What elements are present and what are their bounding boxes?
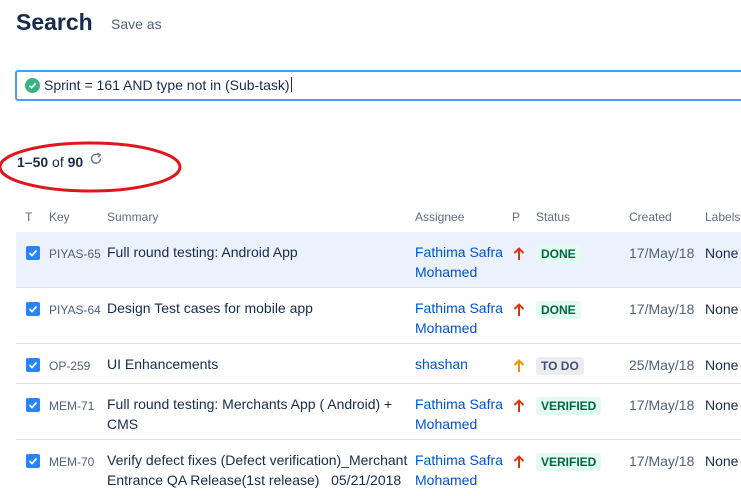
table-row[interactable]: OP-259 UI Enhancements shashan TO DO 25/…: [16, 344, 741, 384]
issue-key[interactable]: PIYAS-65: [49, 247, 101, 261]
status-badge: DONE: [536, 301, 581, 319]
status-badge: DONE: [536, 245, 581, 263]
issue-labels: None: [705, 245, 739, 261]
table-row[interactable]: MEM-70 Verify defect fixes (Defect verif…: [16, 440, 741, 496]
issue-summary[interactable]: Design Test cases for mobile app: [107, 298, 412, 318]
issue-created-date: 17/May/18: [629, 453, 695, 469]
task-type-icon: [26, 302, 40, 316]
issue-key[interactable]: PIYAS-64: [49, 303, 101, 317]
issue-labels: None: [705, 453, 739, 469]
column-header-key[interactable]: Key: [49, 210, 70, 224]
column-header-labels[interactable]: Labels: [705, 210, 740, 224]
priority-medium-icon: [513, 359, 525, 372]
task-type-icon: [26, 398, 40, 412]
issue-key[interactable]: OP-259: [49, 359, 90, 373]
save-as-link[interactable]: Save as: [111, 16, 162, 32]
task-type-icon: [26, 454, 40, 468]
issue-created-date: 17/May/18: [629, 301, 695, 317]
priority-high-icon: [513, 303, 525, 316]
priority-high-icon: [513, 247, 525, 260]
page-title: Search: [16, 9, 93, 35]
issue-created-date: 17/May/18: [629, 397, 695, 413]
issue-labels: None: [705, 301, 739, 317]
column-header-created[interactable]: Created: [629, 210, 672, 224]
issue-assignee[interactable]: Fathima Safra Mohamed: [415, 394, 510, 434]
task-type-icon: [26, 358, 40, 372]
issue-summary[interactable]: UI Enhancements: [107, 354, 412, 374]
status-badge: VERIFIED: [536, 397, 602, 415]
issue-assignee[interactable]: Fathima Safra Mohamed: [415, 298, 510, 338]
column-header-status[interactable]: Status: [536, 210, 570, 224]
issue-key[interactable]: MEM-71: [49, 399, 94, 413]
status-badge: VERIFIED: [536, 453, 602, 471]
issue-created-date: 17/May/18: [629, 245, 695, 261]
column-header-priority[interactable]: P: [512, 210, 520, 224]
task-type-icon: [26, 246, 40, 260]
issue-created-date: 25/May/18: [629, 357, 695, 373]
table-row[interactable]: PIYAS-65 Full round testing: Android App…: [16, 232, 741, 288]
priority-high-icon: [513, 455, 525, 468]
issue-labels: None: [705, 357, 739, 373]
column-header-type[interactable]: T: [25, 210, 32, 224]
issue-assignee[interactable]: Fathima Safra Mohamed: [415, 242, 510, 282]
jql-query-input[interactable]: Sprint = 161 AND type not in (Sub-task): [15, 70, 741, 101]
issue-summary[interactable]: Full round testing: Merchants App ( Andr…: [107, 394, 412, 434]
column-header-assignee[interactable]: Assignee: [415, 210, 464, 224]
issue-summary[interactable]: Full round testing: Android App: [107, 242, 412, 262]
issue-summary[interactable]: Verify defect fixes (Defect verification…: [107, 450, 417, 490]
table-row[interactable]: PIYAS-64 Design Test cases for mobile ap…: [16, 288, 741, 344]
jql-query-text: Sprint = 161 AND type not in (Sub-task): [44, 77, 292, 93]
issue-key[interactable]: MEM-70: [49, 455, 94, 469]
column-header-summary[interactable]: Summary: [107, 210, 158, 224]
issue-assignee[interactable]: shashan: [415, 354, 510, 374]
red-annotation-ellipse: [0, 141, 182, 193]
status-badge: TO DO: [536, 357, 584, 375]
table-row[interactable]: MEM-71 Full round testing: Merchants App…: [16, 384, 741, 440]
priority-high-icon: [513, 399, 525, 412]
issue-assignee[interactable]: Fathima Safra Mohamed: [415, 450, 510, 490]
valid-query-check-icon: [25, 78, 40, 93]
issue-labels: None: [705, 397, 739, 413]
